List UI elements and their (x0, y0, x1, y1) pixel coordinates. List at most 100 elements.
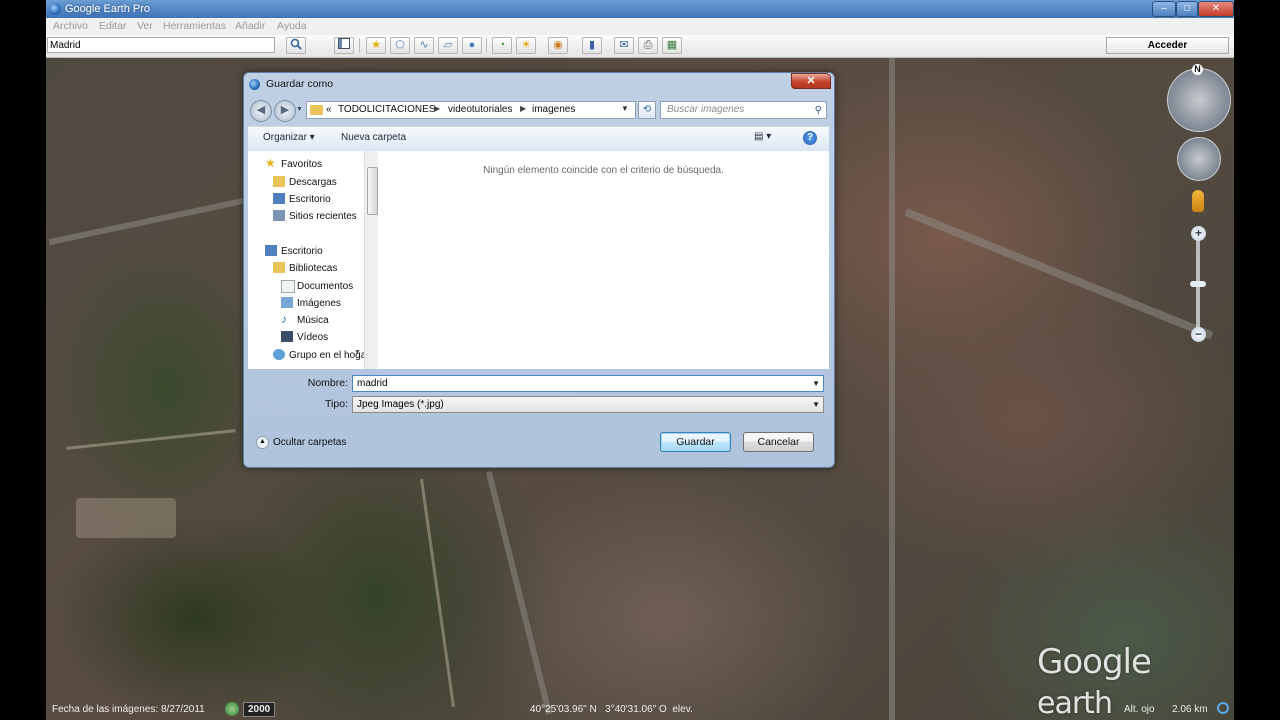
road (904, 208, 1214, 340)
organize-menu[interactable]: Organizar ▾ (263, 132, 315, 143)
view-options-icon[interactable]: ▤ ▾ (754, 131, 771, 142)
breadcrumb-todolicitaciones[interactable]: TODOLICITACIONES (338, 104, 435, 115)
move-control[interactable] (1177, 137, 1221, 181)
menu-ver[interactable]: Ver (137, 20, 153, 32)
nav-pictures[interactable]: Imágenes (297, 298, 341, 309)
breadcrumb-separator-icon[interactable]: ▶ (434, 104, 440, 113)
street-view-pegman-icon[interactable] (1192, 190, 1204, 212)
nav-videos[interactable]: Vídeos (297, 332, 328, 343)
minimize-button[interactable]: – (1152, 1, 1176, 17)
desktop-icon (273, 193, 285, 204)
nav-favorites[interactable]: Favoritos (281, 159, 322, 170)
search-icon[interactable]: ⚲ (815, 103, 822, 119)
park-path (420, 478, 455, 708)
toolbar: Madrid ★ ⬠ ∿ ▱ ● ◔ ☀ ◉ ▮ ✉ ⎙ ▦ Acceder (46, 35, 1234, 58)
streaming-indicator-icon (1217, 702, 1229, 714)
logo-brand: Google (1037, 642, 1152, 682)
videos-icon (281, 331, 293, 342)
menu-anadir[interactable]: Añadir (235, 20, 265, 32)
nav-downloads[interactable]: Descargas (289, 177, 337, 188)
sun-icon[interactable]: ☀ (516, 37, 536, 54)
look-around-control[interactable] (1167, 68, 1231, 132)
window-title: Google Earth Pro (65, 3, 150, 15)
email-icon[interactable]: ✉ (614, 37, 634, 54)
save-button[interactable]: Guardar (660, 432, 731, 452)
path-icon[interactable]: ∿ (414, 37, 434, 54)
back-icon[interactable]: ◀ (250, 100, 272, 122)
nav-documents[interactable]: Documentos (297, 281, 353, 292)
help-icon[interactable]: ? (803, 131, 817, 145)
menu-editar[interactable]: Editar (99, 20, 126, 32)
filename-dropdown-icon[interactable]: ▼ (812, 376, 820, 391)
filename-label: Nombre: (307, 377, 348, 389)
filename-input[interactable]: madrid ▼ (352, 375, 824, 392)
save-as-dialog: Guardar como ✕ ◀ ▶ ▼ « TODOLICITACIONES … (243, 72, 835, 468)
polygon-icon[interactable]: ⬠ (390, 37, 410, 54)
filetype-dropdown-icon[interactable]: ▼ (812, 397, 820, 412)
imagery-date: Fecha de las imágenes: 8/27/2011 (52, 704, 205, 715)
address-dropdown-icon[interactable]: ▼ (621, 104, 629, 113)
command-bar: Organizar ▾ Nueva carpeta ▤ ▾ ? (248, 126, 829, 152)
nav-recent-places[interactable]: Sitios recientes (289, 211, 357, 222)
historical-imagery-icon[interactable]: ◔ (492, 37, 512, 54)
search-input[interactable]: Madrid (47, 37, 275, 53)
eye-altitude-label: Alt. ojo (1124, 704, 1155, 715)
sidebar-toggle-icon[interactable] (334, 37, 354, 54)
planets-icon[interactable]: ◉ (548, 37, 568, 54)
hide-folders-toggle[interactable]: ▲ Ocultar carpetas (256, 436, 346, 449)
north-indicator[interactable]: N (1192, 64, 1203, 75)
google-earth-icon (249, 79, 260, 90)
menu-archivo[interactable]: Archivo (53, 20, 88, 32)
cancel-button[interactable]: Cancelar (743, 432, 814, 452)
file-list[interactable]: Ningún elemento coincide con el criterio… (378, 151, 829, 369)
title-bar: Google Earth Pro – □ ✕ (46, 0, 1234, 18)
menu-herramientas[interactable]: Herramientas (163, 20, 226, 32)
recent-locations-icon[interactable]: ▼ (296, 106, 303, 113)
road (889, 58, 895, 720)
new-folder-button[interactable]: Nueva carpeta (341, 132, 406, 143)
nav-desktop[interactable]: Escritorio (281, 246, 323, 257)
toolbar-separator (486, 38, 487, 53)
zoom-out-button[interactable]: − (1191, 327, 1206, 342)
dialog-close-button[interactable]: ✕ (791, 73, 831, 89)
refresh-icon[interactable]: ⟲ (638, 101, 656, 119)
breadcrumb-separator-icon[interactable]: ▶ (520, 104, 526, 113)
breadcrumb-videotutoriales[interactable]: videotutoriales (448, 104, 512, 115)
placemark-icon[interactable]: ★ (366, 37, 386, 54)
zoom-in-button[interactable]: + (1191, 226, 1206, 241)
scrollbar-thumb[interactable] (367, 167, 378, 215)
close-window-button[interactable]: ✕ (1198, 1, 1234, 17)
forward-icon[interactable]: ▶ (274, 100, 296, 122)
nav-music[interactable]: Música (297, 315, 329, 326)
menu-ayuda[interactable]: Ayuda (277, 20, 307, 32)
ruler-icon[interactable]: ▮ (582, 37, 602, 54)
overlay-icon[interactable]: ▱ (438, 37, 458, 54)
dialog-search-input[interactable]: Buscar imagenes ⚲ (660, 101, 827, 119)
search-placeholder: Buscar imagenes (667, 104, 745, 115)
filetype-select[interactable]: Jpeg Images (*.jpg) ▼ (352, 396, 824, 413)
breadcrumb-imagenes[interactable]: imagenes (532, 104, 575, 115)
maximize-button[interactable]: □ (1176, 1, 1198, 17)
music-icon: ♪ (281, 312, 287, 326)
libraries-icon (273, 262, 285, 273)
zoom-slider-thumb[interactable] (1190, 281, 1206, 287)
star-icon: ★ (265, 156, 276, 170)
record-tour-icon[interactable]: ● (462, 37, 482, 54)
breadcrumb-prefix[interactable]: « (326, 104, 332, 115)
nav-libraries[interactable]: Bibliotecas (289, 263, 337, 274)
homegroup-expand-icon[interactable]: ▼ (354, 349, 361, 356)
navigation-pane-scrollbar[interactable] (364, 151, 379, 369)
pictures-icon (281, 297, 293, 308)
historical-imagery-icon[interactable] (225, 702, 239, 716)
folder-icon (310, 105, 323, 115)
sign-in-button[interactable]: Acceder (1106, 37, 1229, 54)
dialog-title: Guardar como (266, 78, 334, 90)
eye-altitude-value: 2.06 km (1172, 704, 1208, 715)
address-bar[interactable]: « TODOLICITACIONES ▶ videotutoriales ▶ i… (306, 101, 636, 119)
park-path (66, 429, 236, 450)
print-icon[interactable]: ⎙ (638, 37, 658, 54)
search-icon[interactable] (286, 37, 306, 54)
nav-desktop-favorite[interactable]: Escritorio (289, 194, 331, 205)
view-in-maps-icon[interactable]: ▦ (662, 37, 682, 54)
homegroup-icon (273, 349, 285, 360)
